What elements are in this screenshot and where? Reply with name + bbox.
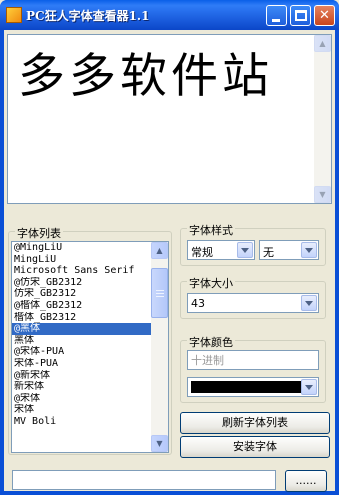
app-window: PC狂人字体查看器1.1 ✕ 多多软件站 ▲ ▼ 字体列表 @MingLiU Mi… [0, 0, 339, 495]
font-listbox[interactable]: @MingLiU MingLiU Microsoft Sans Serif @仿宋_G… [11, 241, 169, 453]
font-list-item[interactable]: MingLiU [12, 254, 151, 266]
font-list-item[interactable]: MV Boli [12, 416, 151, 428]
font-list-item[interactable]: Microsoft Sans Serif [12, 265, 151, 277]
maximize-icon [295, 10, 307, 21]
color-value-field[interactable] [188, 351, 318, 369]
refresh-font-list-button[interactable]: 刷新字体列表 [180, 412, 330, 434]
install-font-button[interactable]: 安装字体 [180, 436, 330, 458]
app-icon [6, 7, 22, 23]
font-list-scrollbar[interactable]: ▲ ▼ [151, 242, 168, 452]
font-size-select[interactable]: 43 [187, 293, 319, 313]
minimize-icon [272, 19, 280, 22]
font-list-item[interactable]: @楷体_GB2312 [12, 300, 151, 312]
font-list-item[interactable]: @新宋体 [12, 370, 151, 382]
font-list-item[interactable]: 新宋体 [12, 381, 151, 393]
browse-button[interactable]: ...... [285, 470, 327, 492]
color-value-input[interactable] [187, 350, 319, 370]
preview-text: 多多软件站 [18, 49, 273, 104]
font-list-item[interactable]: 黑体 [12, 335, 151, 347]
close-icon: ✕ [319, 8, 330, 23]
chevron-down-icon[interactable] [301, 379, 317, 395]
preview-pane[interactable]: 多多软件站 ▲ ▼ [7, 34, 332, 204]
font-color-label: 字体颜色 [187, 334, 235, 350]
font-list-item[interactable]: 楷体_GB2312 [12, 312, 151, 324]
maximize-button[interactable] [290, 5, 311, 26]
font-style-group: 字体样式 常规 无 [180, 222, 326, 266]
close-button[interactable]: ✕ [314, 5, 335, 26]
font-list-items: @MingLiU MingLiU Microsoft Sans Serif @仿宋_G… [12, 242, 151, 428]
font-color-group: 字体颜色 [180, 334, 326, 403]
window-title: PC狂人字体查看器1.1 [26, 9, 150, 23]
font-list-item[interactable]: @宋体-PUA [12, 346, 151, 358]
scroll-down-button[interactable]: ▼ [314, 186, 331, 203]
font-list-item[interactable]: @MingLiU [12, 242, 151, 254]
font-size-value: 43 [191, 297, 205, 310]
font-list-item[interactable]: 仿宋_GB2312 [12, 288, 151, 300]
scroll-up-button[interactable]: ▲ [314, 35, 331, 52]
font-list-label: 字体列表 [15, 225, 63, 241]
font-decoration-value: 无 [263, 246, 274, 259]
color-swatch [191, 381, 301, 393]
client-area: 多多软件站 ▲ ▼ 字体列表 @MingLiU MingLiU Microsoft … [4, 30, 335, 492]
font-style-select[interactable]: 常规 [187, 240, 255, 260]
preview-scrollbar[interactable]: ▲ ▼ [314, 35, 331, 203]
list-scroll-thumb[interactable] [151, 268, 168, 318]
list-scroll-down-button[interactable]: ▼ [151, 435, 168, 452]
status-field[interactable] [12, 470, 276, 490]
list-scroll-up-button[interactable]: ▲ [151, 242, 168, 259]
font-decoration-select[interactable]: 无 [259, 240, 319, 260]
font-size-label: 字体大小 [187, 275, 235, 291]
font-list-group: 字体列表 @MingLiU MingLiU Microsoft Sans Serif… [8, 225, 172, 455]
font-size-group: 字体大小 43 [180, 275, 326, 319]
font-list-item[interactable]: @仿宋_GB2312 [12, 277, 151, 289]
font-list-item[interactable]: @黑体 [12, 323, 151, 335]
font-list-item[interactable]: @宋体 [12, 393, 151, 405]
title-bar[interactable]: PC狂人字体查看器1.1 ✕ [0, 0, 339, 30]
chevron-down-icon[interactable] [301, 295, 317, 311]
font-style-label: 字体样式 [187, 222, 235, 238]
color-picker-select[interactable] [187, 377, 319, 397]
minimize-button[interactable] [266, 5, 287, 26]
chevron-down-icon[interactable] [301, 242, 317, 258]
chevron-down-icon[interactable] [237, 242, 253, 258]
font-style-value: 常规 [191, 246, 213, 259]
font-list-item[interactable]: 宋体-PUA [12, 358, 151, 370]
font-list-item[interactable]: 宋体 [12, 404, 151, 416]
